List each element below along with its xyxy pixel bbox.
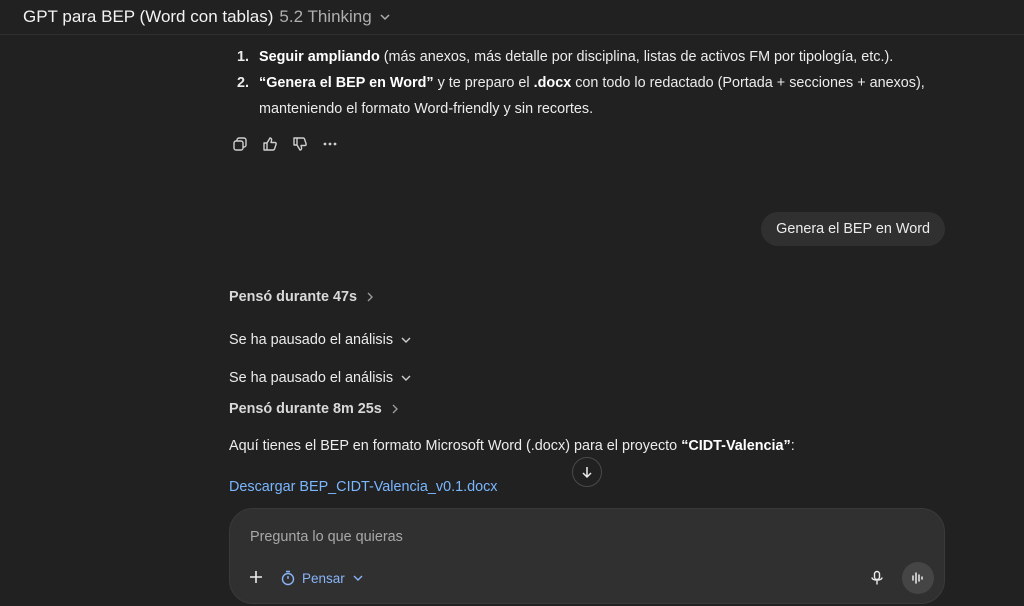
- copy-icon[interactable]: [229, 133, 251, 155]
- list-number: 2.: [237, 75, 250, 91]
- message-actions: [229, 133, 341, 155]
- thought-label: Se ha pausado el análisis: [229, 332, 394, 348]
- top-bar: GPT para BEP (Word con tablas) 5.2 Think…: [0, 0, 1024, 35]
- list-item: 2. “Genera el BEP en Word” y te preparo …: [229, 70, 945, 122]
- paused-analysis[interactable]: Se ha pausado el análisis: [229, 370, 413, 386]
- waveform-icon: [912, 572, 923, 584]
- step-text: con todo lo redactado (Portada + seccion…: [571, 75, 925, 91]
- chevron-down-icon: [353, 575, 363, 581]
- thumbs-up-icon[interactable]: [259, 133, 281, 155]
- scroll-down-button[interactable]: [572, 457, 602, 487]
- thought-summary[interactable]: Pensó durante 8m 25s: [229, 401, 402, 417]
- step-bold: “Genera el BEP en Word”: [259, 75, 434, 91]
- reply-text: Aquí tienes el BEP en formato Microsoft …: [229, 438, 682, 454]
- step-bold-docx: .docx: [533, 75, 572, 91]
- step-text: y te preparo el: [433, 75, 534, 91]
- step-bold: Seguir ampliando: [259, 49, 380, 65]
- chevron-down-icon: [401, 375, 411, 381]
- paused-analysis[interactable]: Se ha pausado el análisis: [229, 332, 413, 348]
- download-link[interactable]: Descargar BEP_CIDT-Valencia_v0.1.docx: [229, 479, 497, 495]
- reply-colon: :: [790, 438, 795, 454]
- thought-summary[interactable]: Pensó durante 47s: [229, 289, 377, 305]
- timer-icon: [281, 570, 295, 586]
- composer: Pensar: [229, 508, 945, 604]
- chevron-down-icon: [401, 337, 411, 343]
- think-mode-label: Pensar: [302, 570, 345, 586]
- thought-label: Se ha pausado el análisis: [229, 370, 394, 386]
- more-options-icon[interactable]: [319, 133, 341, 155]
- voice-mode-button[interactable]: [902, 562, 934, 594]
- list-item: 1. Seguir ampliando (más anexos, más det…: [229, 44, 945, 70]
- model-selector[interactable]: GPT para BEP (Word con tablas) 5.2 Think…: [23, 5, 392, 29]
- plus-icon: [250, 571, 262, 583]
- thought-label: Pensó durante 47s: [229, 289, 357, 305]
- microphone-icon: [871, 570, 883, 585]
- prompt-input[interactable]: [248, 523, 852, 551]
- model-version: 5.2 Thinking: [279, 7, 372, 26]
- assistant-reply: Aquí tienes el BEP en formato Microsoft …: [229, 438, 795, 454]
- microphone-button[interactable]: [866, 567, 888, 589]
- thumbs-down-icon[interactable]: [289, 133, 311, 155]
- project-name: “CIDT-Valencia”: [681, 438, 791, 454]
- arrow-down-icon: [582, 467, 592, 479]
- chevron-right-icon: [392, 404, 398, 414]
- add-attachment-button[interactable]: [244, 565, 268, 589]
- thought-label: Pensó durante 8m 25s: [229, 401, 382, 417]
- list-number: 1.: [237, 49, 250, 65]
- step-text: manteniendo el formato Word-friendly y s…: [259, 101, 594, 117]
- user-message: Genera el BEP en Word: [761, 212, 945, 246]
- think-mode-button[interactable]: Pensar: [280, 566, 365, 590]
- step-text: (más anexos, más detalle por disciplina,…: [379, 49, 894, 65]
- model-name: GPT para BEP (Word con tablas): [23, 7, 274, 26]
- chevron-down-icon: [380, 14, 390, 21]
- chevron-right-icon: [367, 292, 373, 302]
- next-steps-list: 1. Seguir ampliando (más anexos, más det…: [229, 44, 945, 122]
